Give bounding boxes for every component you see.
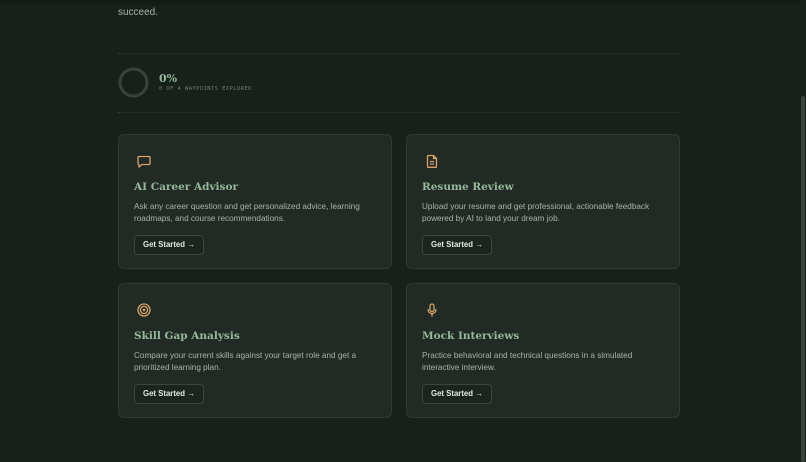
document-icon [423,152,441,170]
card-mock-interviews: Mock Interviews Practice behavioral and … [406,283,680,418]
progress-caption: 0 OF 4 WAYPOINTS EXPLORED [159,86,252,92]
divider [118,112,680,113]
card-title: Mock Interviews [422,330,520,342]
get-started-button[interactable]: Get Started → [422,235,492,255]
progress-ring-track [118,67,149,98]
card-ai-career-advisor: AI Career Advisor Ask any career questio… [118,134,392,269]
top-shadow [0,0,806,6]
card-title: Resume Review [422,181,514,193]
chat-bubble-icon [135,152,153,170]
get-started-button[interactable]: Get Started → [422,384,492,404]
scrollbar[interactable] [800,0,806,462]
target-icon [135,301,153,319]
microphone-icon [423,301,441,319]
page: succeed. 0% 0 OF 4 WAYPOINTS EXPLORED AI… [0,0,806,462]
card-description: Compare your current skills against your… [134,351,357,372]
card-title: AI Career Advisor [134,181,238,193]
card-description: Practice behavioral and technical questi… [422,351,633,372]
card-resume-review: Resume Review Upload your resume and get… [406,134,680,269]
scrollbar-thumb[interactable] [801,96,805,462]
progress-ring [118,67,149,98]
card-skill-gap-analysis: Skill Gap Analysis Compare your current … [118,283,392,418]
card-description: Ask any career question and get personal… [134,202,360,223]
progress-percent: 0% [159,72,178,85]
card-description: Upload your resume and get professional,… [422,202,650,223]
intro-text: succeed. [118,7,159,18]
divider [118,53,680,54]
get-started-button[interactable]: Get Started → [134,384,204,404]
card-title: Skill Gap Analysis [134,330,240,342]
get-started-button[interactable]: Get Started → [134,235,204,255]
